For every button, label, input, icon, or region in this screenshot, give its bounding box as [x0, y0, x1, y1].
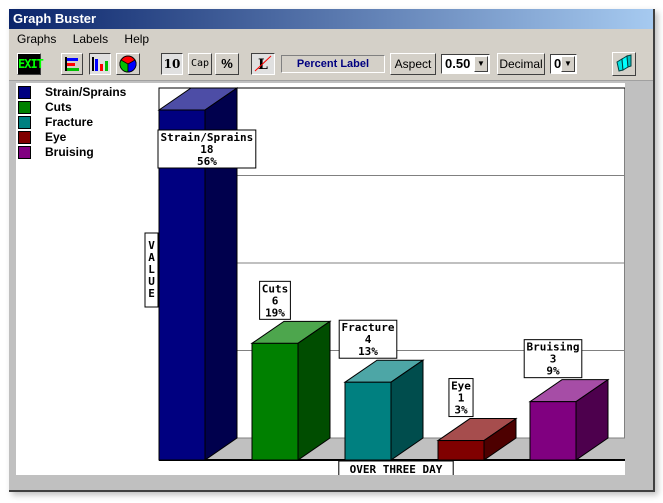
logo-button[interactable]: [612, 52, 636, 76]
menu-bar: Graphs Labels Help: [9, 29, 653, 50]
pie-chart-button[interactable]: [116, 53, 140, 75]
exit-icon: EXIT: [18, 57, 44, 71]
cap-button[interactable]: Cap: [188, 53, 212, 75]
aspect-value: 0.50: [445, 56, 471, 71]
aspect-select[interactable]: 0.50 ▼: [441, 54, 490, 74]
percent-button[interactable]: %: [215, 53, 239, 75]
bar-chart: Strain/Sprains1856%Cuts619%Fracture413%E…: [144, 87, 625, 475]
label-toggle-button[interactable]: L: [251, 53, 275, 75]
menu-help[interactable]: Help: [119, 29, 154, 50]
ten-button[interactable]: 10: [161, 53, 183, 75]
data-label-percent: 19%: [265, 306, 285, 319]
logo-icon: [616, 54, 632, 72]
label-off-icon: L: [254, 55, 272, 73]
x-axis-label: OVER THREE DAY: [350, 463, 443, 475]
horizontal-bar-button[interactable]: [61, 53, 83, 75]
data-label-percent: 9%: [546, 365, 560, 378]
data-label-percent: 56%: [197, 155, 217, 168]
svg-text:L: L: [258, 57, 268, 72]
bar: [344, 381, 392, 461]
bar: [251, 342, 299, 461]
decimal-select[interactable]: 0 ▼: [550, 54, 577, 74]
bar: [529, 401, 577, 461]
pie-chart-icon: [119, 55, 137, 73]
chart-area: Strain/Sprains Cuts Fracture Eye Bruisin…: [16, 83, 625, 475]
aspect-button[interactable]: Aspect: [390, 53, 436, 75]
horizontal-bar-chart-icon: [65, 57, 79, 71]
chevron-down-icon[interactable]: ▼: [561, 56, 575, 72]
vertical-bar-chart-icon: [92, 57, 108, 71]
vertical-bar-button[interactable]: [89, 53, 111, 75]
bar-side: [297, 320, 331, 461]
y-axis-label-letter: E: [148, 287, 155, 300]
bar: [437, 440, 485, 461]
title-bar: Graph Buster: [9, 9, 653, 29]
data-label-percent: 3%: [454, 404, 468, 417]
chevron-down-icon[interactable]: ▼: [474, 56, 488, 72]
exit-button[interactable]: EXIT: [17, 53, 44, 75]
app-window: Graph Buster Graphs Labels Help EXIT 10 …: [9, 9, 655, 492]
toolbar: EXIT 10 Cap % L Percent Label Aspect 0.5…: [9, 50, 653, 81]
data-label-percent: 13%: [358, 345, 378, 358]
decimal-button[interactable]: Decimal: [497, 53, 545, 75]
menu-graphs[interactable]: Graphs: [12, 29, 61, 50]
label-mode-field: Percent Label: [281, 55, 385, 73]
menu-labels[interactable]: Labels: [68, 29, 113, 50]
